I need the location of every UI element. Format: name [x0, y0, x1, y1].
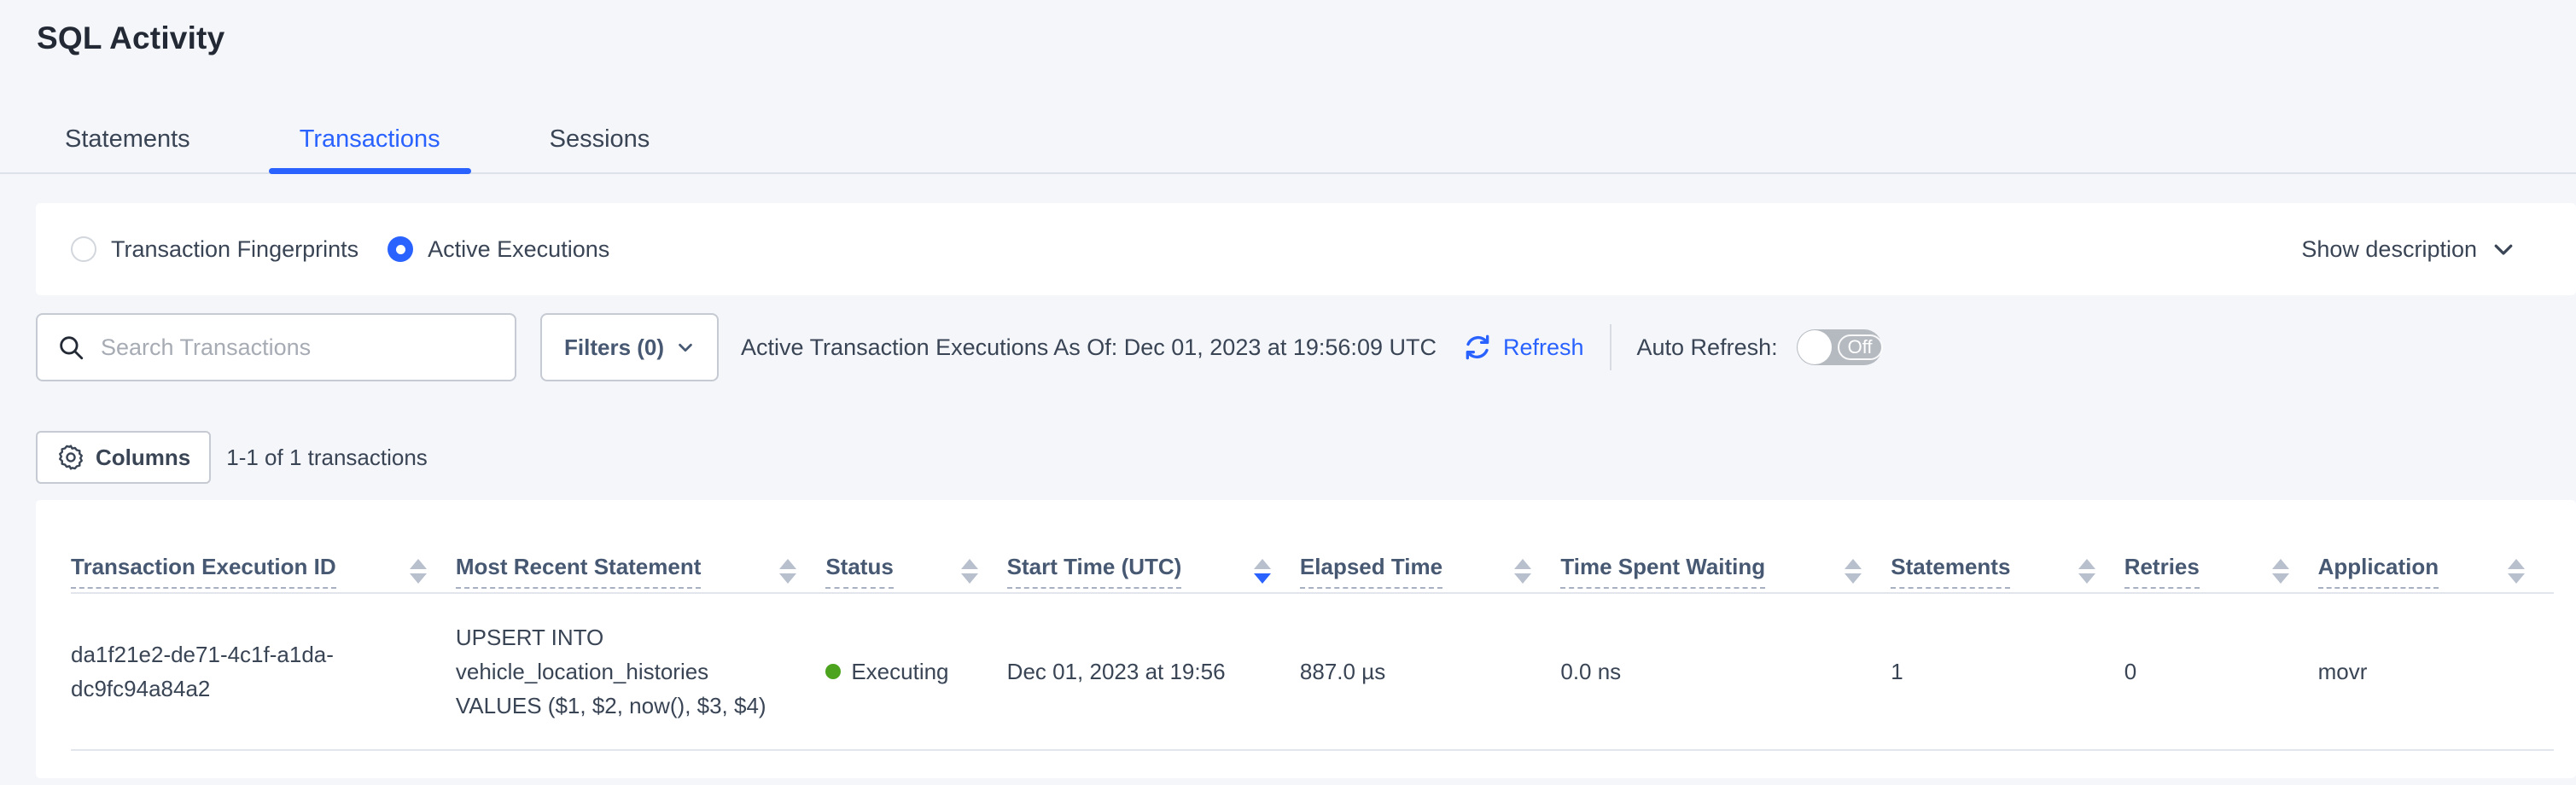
table-controls: Columns 1-1 of 1 transactions: [36, 431, 2576, 484]
column-header-label[interactable]: Time Spent Waiting: [1560, 554, 1765, 589]
tab-sessions[interactable]: Sessions: [519, 125, 681, 172]
column-header-application[interactable]: Application: [2318, 500, 2554, 593]
columns-button[interactable]: Columns: [36, 431, 211, 484]
show-description-label: Show description: [2301, 236, 2477, 263]
column-header-retries[interactable]: Retries: [2124, 500, 2318, 593]
radio-unselected-icon[interactable]: [71, 236, 96, 262]
column-header-transaction-execution-id[interactable]: Transaction Execution ID: [71, 500, 456, 593]
sort-icon[interactable]: [1504, 559, 1531, 584]
cell-elapsed-time: 887.0 µs: [1300, 593, 1560, 750]
sort-icon[interactable]: [951, 559, 978, 584]
status-executing-dot-icon: [825, 664, 841, 679]
column-header-statements[interactable]: Statements: [1891, 500, 2124, 593]
sort-icon[interactable]: [399, 559, 427, 584]
toggle-knob-icon: [1798, 330, 1832, 364]
column-header-label[interactable]: Most Recent Statement: [456, 554, 702, 589]
refresh-icon: [1460, 330, 1495, 364]
gear-icon: [56, 443, 85, 472]
sort-icon[interactable]: [2068, 559, 2095, 584]
results-count: 1-1 of 1 transactions: [226, 445, 428, 471]
cell-start-time: Dec 01, 2023 at 19:56: [1007, 593, 1300, 750]
column-header-label[interactable]: Retries: [2124, 554, 2200, 589]
tab-transactions[interactable]: Transactions: [269, 125, 471, 172]
cell-time-spent-waiting: 0.0 ns: [1560, 593, 1891, 750]
sort-icon[interactable]: [769, 559, 796, 584]
auto-refresh-toggle[interactable]: Off: [1797, 329, 1882, 365]
column-header-label[interactable]: Start Time (UTC): [1007, 554, 1182, 589]
filters-button[interactable]: Filters (0): [540, 313, 719, 381]
column-header-label[interactable]: Application: [2318, 554, 2439, 589]
sort-icon[interactable]: [2497, 559, 2525, 584]
column-header-elapsed-time[interactable]: Elapsed Time: [1300, 500, 1560, 593]
cell-status: Executing: [825, 593, 1006, 750]
transactions-table-card: Transaction Execution ID Most Recent Sta…: [36, 500, 2576, 778]
radio-label: Transaction Fingerprints: [111, 236, 358, 263]
cell-statements: 1: [1891, 593, 2124, 750]
show-description-button[interactable]: Show description: [2301, 236, 2516, 263]
refresh-button[interactable]: Refresh: [1460, 330, 1584, 364]
tab-bar: Statements Transactions Sessions: [0, 125, 2576, 174]
radio-selected-icon[interactable]: [388, 236, 413, 262]
sort-icon-active-desc[interactable]: [1244, 559, 1271, 584]
view-mode-panel: Transaction Fingerprints Active Executio…: [36, 203, 2576, 295]
cell-application: movr: [2318, 593, 2554, 750]
table-row: da1f21e2-de71-4c1f-a1da-dc9fc94a84a2 UPS…: [71, 593, 2554, 750]
auto-refresh-label: Auto Refresh:: [1637, 334, 1778, 361]
column-header-status[interactable]: Status: [825, 500, 1006, 593]
cell-retries: 0: [2124, 593, 2318, 750]
toolbar-divider: [1610, 324, 1611, 370]
search-box[interactable]: [36, 313, 516, 381]
search-input[interactable]: [101, 334, 496, 361]
columns-label: Columns: [96, 445, 190, 471]
column-header-label[interactable]: Statements: [1891, 554, 2010, 589]
radio-label: Active Executions: [428, 236, 609, 263]
column-header-label[interactable]: Elapsed Time: [1300, 554, 1442, 589]
tab-statements[interactable]: Statements: [34, 125, 221, 172]
search-icon: [56, 333, 85, 362]
filters-label: Filters (0): [564, 334, 664, 361]
chevron-down-icon: [2491, 236, 2516, 262]
column-header-label[interactable]: Transaction Execution ID: [71, 554, 336, 589]
radio-active-executions[interactable]: Active Executions: [388, 236, 609, 263]
table-header-row: Transaction Execution ID Most Recent Sta…: [71, 500, 2554, 593]
transactions-table: Transaction Execution ID Most Recent Sta…: [71, 500, 2554, 751]
as-of-timestamp: Active Transaction Executions As Of: Dec…: [741, 334, 1437, 361]
sort-icon[interactable]: [1834, 559, 1862, 584]
cell-transaction-execution-id[interactable]: da1f21e2-de71-4c1f-a1da-dc9fc94a84a2: [71, 593, 456, 750]
cell-most-recent-statement: UPSERT INTO vehicle_location_histories V…: [456, 593, 825, 750]
radio-transaction-fingerprints[interactable]: Transaction Fingerprints: [71, 236, 358, 263]
column-header-start-time[interactable]: Start Time (UTC): [1007, 500, 1300, 593]
toolbar: Filters (0) Active Transaction Execution…: [36, 313, 2576, 381]
chevron-down-icon: [676, 338, 695, 357]
column-header-time-spent-waiting[interactable]: Time Spent Waiting: [1560, 500, 1891, 593]
sort-icon[interactable]: [2262, 559, 2289, 584]
column-header-label[interactable]: Status: [825, 554, 893, 589]
refresh-label: Refresh: [1503, 334, 1584, 361]
column-header-most-recent-statement[interactable]: Most Recent Statement: [456, 500, 825, 593]
page-title: SQL Activity: [0, 0, 2576, 58]
status-label: Executing: [851, 654, 948, 689]
sql-activity-page: SQL Activity Statements Transactions Ses…: [0, 0, 2576, 785]
toggle-state-label: Off: [1838, 334, 1883, 360]
